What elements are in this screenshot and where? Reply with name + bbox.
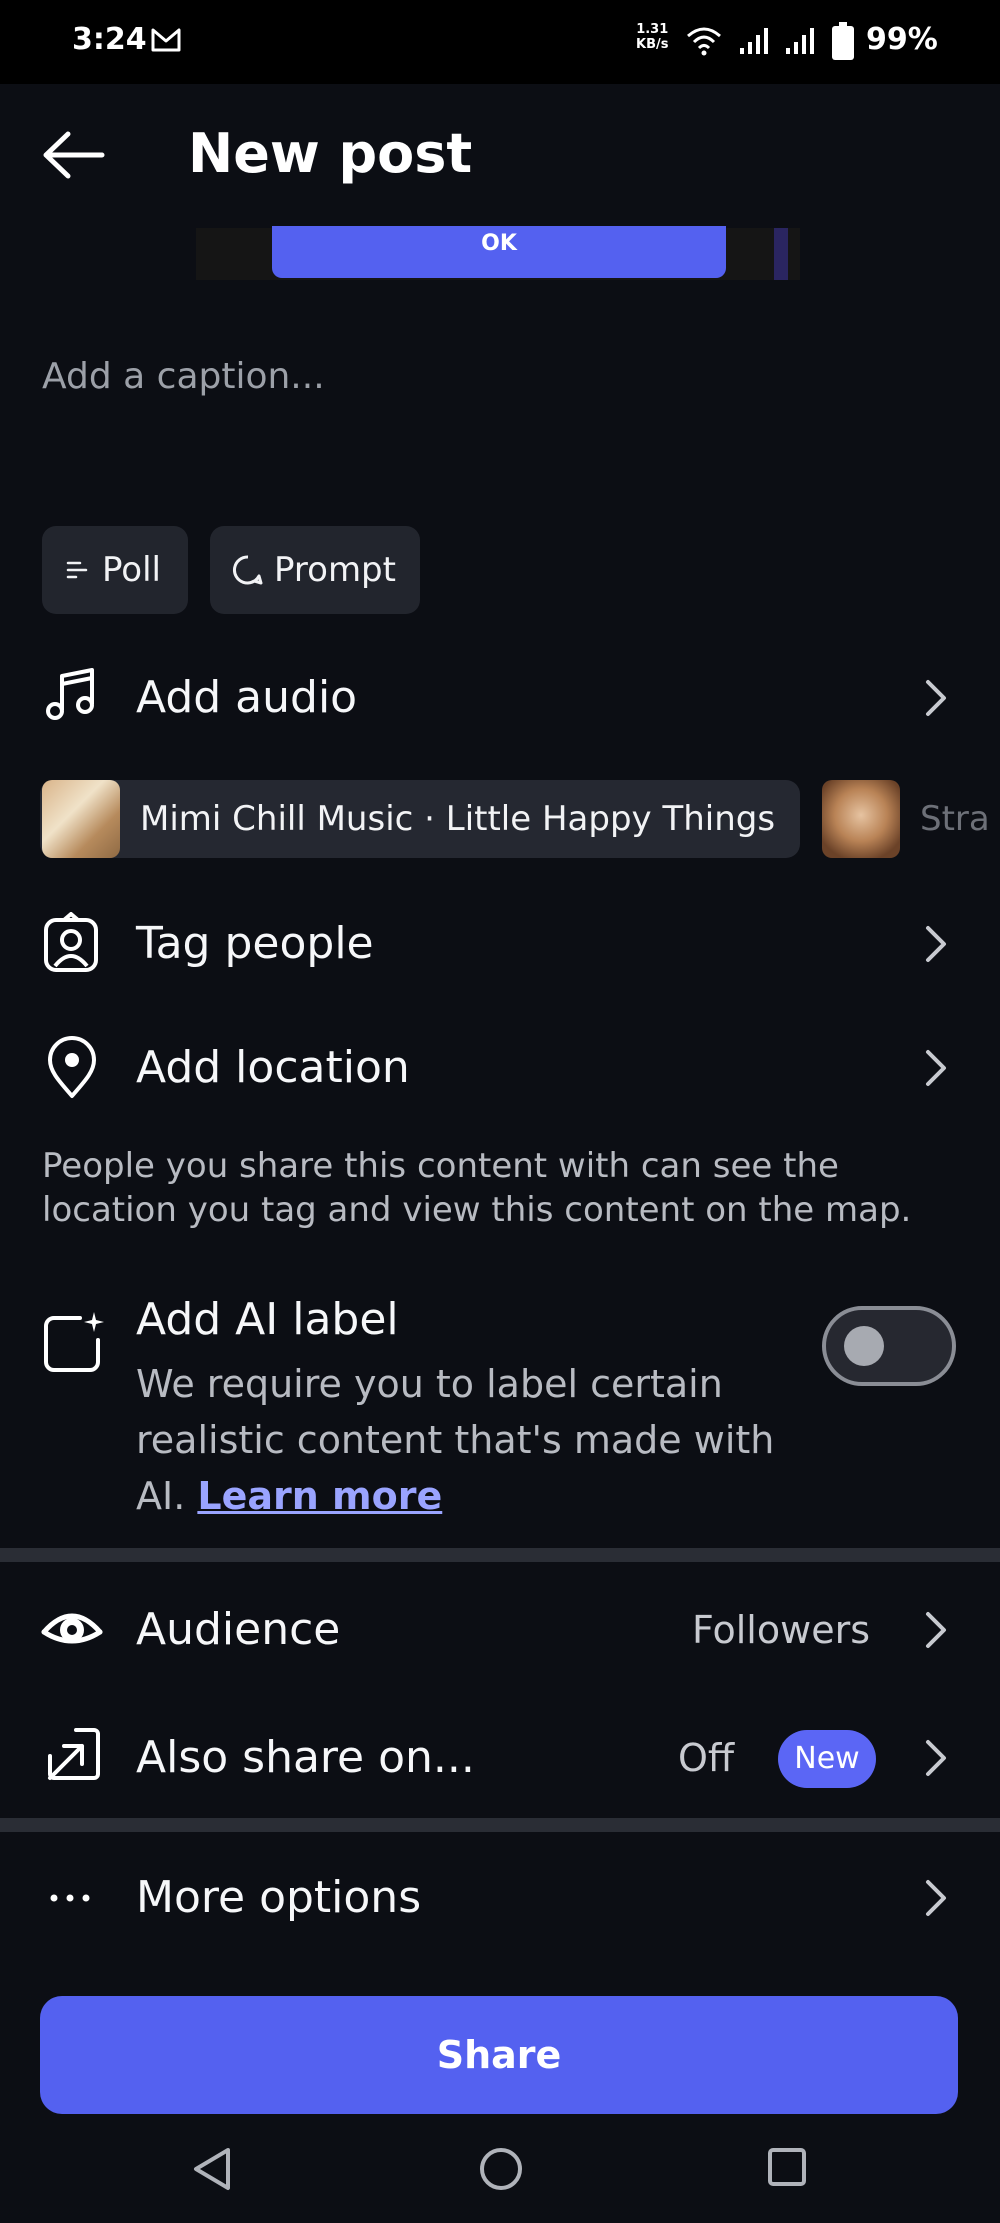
location-privacy-note: People you share this content with can s… [42, 1146, 912, 1230]
chevron-right-icon [926, 680, 946, 716]
add-location-label: Add location [136, 1042, 410, 1093]
audience-label: Audience [136, 1604, 341, 1655]
eye-icon [41, 1613, 103, 1644]
new-badge: New [778, 1730, 876, 1788]
prompt-chip[interactable]: Prompt [210, 526, 420, 614]
ai-label-title: Add AI label [136, 1294, 399, 1345]
nav-recents-icon[interactable] [766, 2146, 808, 2188]
map-pin-icon [48, 1036, 96, 1098]
section-divider [0, 1548, 1000, 1562]
wifi-icon [687, 27, 721, 56]
album-art-thumbnail [42, 780, 120, 858]
prompt-icon [232, 555, 263, 585]
page-title: New post [188, 122, 473, 185]
share-button[interactable]: Share [40, 1996, 958, 2114]
poll-chip[interactable]: Poll [42, 526, 188, 614]
arrow-left-icon[interactable] [40, 130, 106, 180]
battery-percent: 99% [866, 22, 938, 57]
ai-sparkle-square-icon [44, 1312, 104, 1372]
add-audio-row[interactable]: Add audio [0, 652, 1000, 742]
audience-value: Followers [692, 1608, 870, 1652]
audio-suggestion-label-next: Stra [920, 799, 990, 839]
nav-back-icon[interactable] [190, 2146, 234, 2192]
audio-suggestion-label: Mimi Chill Music · Little Happy Things [140, 799, 776, 839]
tag-people-row[interactable]: Tag people [0, 898, 1000, 988]
network-speed: 1.31 KB/s [636, 22, 669, 52]
album-art-thumbnail[interactable] [822, 780, 900, 858]
preview-ok-button: OK [272, 226, 726, 278]
tag-people-label: Tag people [136, 918, 374, 969]
add-audio-label: Add audio [136, 672, 358, 723]
add-location-row[interactable]: Add location [0, 1022, 1000, 1112]
ai-label-description: We require you to label certain realisti… [136, 1362, 775, 1518]
chevron-right-icon [926, 1050, 946, 1086]
status-time: 3:24 [72, 22, 147, 57]
toggle-knob [844, 1326, 884, 1366]
poll-icon [66, 561, 88, 579]
nav-home-icon[interactable] [478, 2146, 524, 2192]
section-divider [0, 1818, 1000, 1832]
signal-icon [740, 28, 768, 54]
chevron-right-icon [926, 1880, 946, 1916]
also-share-on-label: Also share on... [136, 1732, 475, 1783]
also-share-on-value: Off [678, 1736, 735, 1780]
gmail-icon [151, 28, 181, 52]
more-options-label: More options [136, 1872, 422, 1923]
media-preview-edge [774, 228, 788, 280]
prompt-chip-label: Prompt [274, 550, 396, 590]
ellipsis-icon [50, 1894, 90, 1902]
audience-row[interactable]: Audience Followers [0, 1584, 1000, 1674]
share-arrow-icon [48, 1728, 100, 1780]
chevron-right-icon [926, 1612, 946, 1648]
status-bar: 3:24 1.31 KB/s 99% [0, 0, 1000, 84]
battery-icon [832, 22, 854, 60]
person-square-icon [44, 912, 98, 972]
learn-more-link[interactable]: Learn more [197, 1474, 442, 1518]
music-note-icon [46, 668, 94, 720]
chevron-right-icon [926, 1740, 946, 1776]
chevron-right-icon [926, 926, 946, 962]
more-options-row[interactable]: More options [0, 1852, 1000, 1942]
ai-label-toggle[interactable] [822, 1306, 956, 1386]
caption-input[interactable]: Add a caption... [42, 356, 325, 397]
signal-icon [786, 28, 814, 54]
poll-chip-label: Poll [102, 550, 161, 590]
